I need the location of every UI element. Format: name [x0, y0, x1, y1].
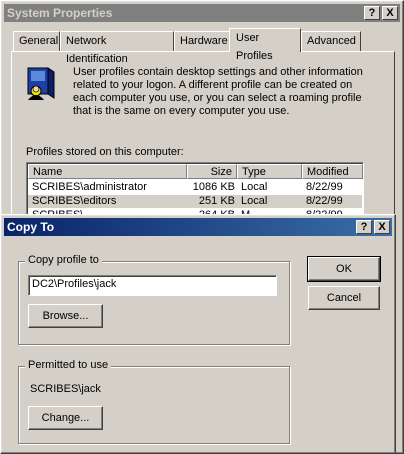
help-button[interactable]: ?	[356, 220, 372, 234]
tab-advanced[interactable]: Advanced	[301, 31, 361, 51]
profiles-stored-label: Profiles stored on this computer:	[26, 146, 184, 158]
table-row[interactable]: SCRIBES\administrator 1086 KB Local 8/22…	[28, 181, 362, 194]
tab-hardware[interactable]: Hardware	[174, 31, 230, 51]
profile-type: Local	[241, 181, 268, 193]
copy-profile-path-input[interactable]: DC2\Profiles\jack	[28, 275, 277, 296]
profile-modified: 8/22/99	[306, 195, 343, 207]
copy-to-dialog: Copy To ? X Copy profile to DC2\Profiles…	[0, 214, 396, 454]
ok-button[interactable]: OK	[307, 256, 381, 282]
browse-button[interactable]: Browse...	[28, 304, 103, 328]
permitted-to-use-label: Permitted to use	[25, 359, 112, 371]
cancel-button[interactable]: Cancel	[308, 286, 380, 310]
tab-network-identification[interactable]: Network Identification	[60, 31, 174, 65]
system-properties-title: System Properties	[7, 6, 113, 20]
system-properties-titlebar[interactable]: System Properties ? X	[4, 4, 400, 22]
column-header-modified[interactable]: Modified	[302, 164, 363, 179]
profile-modified: 8/22/99	[306, 181, 343, 193]
copy-to-title: Copy To	[7, 220, 55, 234]
permitted-to-use-group: Permitted to use SCRIBES\jack Change...	[18, 359, 290, 444]
copy-profile-label: Copy profile to	[25, 254, 102, 266]
user-profiles-description: User profiles contain desktop settings a…	[73, 66, 363, 117]
column-header-size[interactable]: Size	[187, 164, 237, 179]
column-header-type[interactable]: Type	[237, 164, 302, 179]
table-row[interactable]: SCRIBES\editors 251 KB Local 8/22/99	[28, 195, 362, 208]
profile-size: 251 KB	[198, 195, 235, 207]
profile-name: SCRIBES\administrator	[32, 181, 147, 193]
profile-name: SCRIBES\editors	[32, 195, 117, 207]
copy-to-titlebar[interactable]: Copy To ? X	[4, 218, 392, 236]
user-profiles-icon	[24, 66, 58, 102]
close-button[interactable]: X	[382, 6, 398, 20]
profile-size: 1086 KB	[192, 181, 235, 193]
change-button[interactable]: Change...	[28, 406, 103, 430]
close-button[interactable]: X	[374, 220, 390, 234]
profile-type: Local	[241, 195, 268, 207]
permitted-user: SCRIBES\jack	[30, 383, 101, 395]
tab-user-profiles[interactable]: User Profiles	[229, 28, 301, 62]
column-header-name[interactable]: Name	[28, 164, 187, 179]
help-button[interactable]: ?	[364, 6, 380, 20]
copy-profile-group: Copy profile to DC2\Profiles\jack Browse…	[18, 254, 290, 345]
tab-general[interactable]: General	[13, 31, 60, 51]
